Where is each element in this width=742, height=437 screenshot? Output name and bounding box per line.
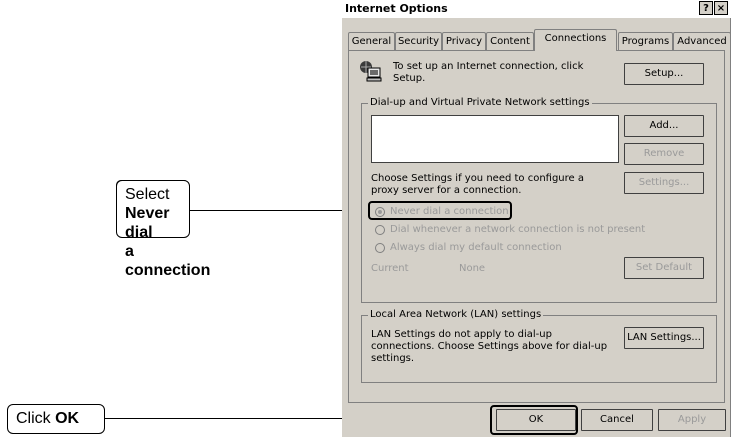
highlight-ok [490, 405, 578, 435]
callout-select-prefix: Select [125, 186, 170, 203]
tab-content[interactable]: Content [486, 32, 534, 50]
lan-group-label: Local Area Network (LAN) settings [368, 309, 544, 320]
lan-text: LAN Settings do not apply to dial-up con… [371, 329, 608, 364]
remove-button[interactable]: Remove [624, 143, 704, 165]
network-icon [359, 60, 383, 84]
settings-button[interactable]: Settings... [624, 172, 704, 194]
connections-panel: To set up an Internet connection, click … [348, 50, 725, 403]
callout-click-bold: OK [55, 410, 80, 427]
setup-button[interactable]: Setup... [624, 63, 704, 85]
tab-security[interactable]: Security [395, 32, 442, 50]
radio-always-dial-label: Always dial my default connection [390, 242, 562, 253]
lan-settings-button[interactable]: LAN Settings... [624, 327, 704, 349]
dialup-group-label: Dial-up and Virtual Private Network sett… [368, 97, 592, 108]
title-bar: Internet Options ? × [342, 0, 731, 18]
tab-general[interactable]: General [348, 32, 395, 50]
highlight-never-dial [368, 201, 512, 220]
add-button[interactable]: Add... [624, 115, 704, 137]
tab-advanced[interactable]: Advanced [673, 32, 731, 50]
callout-select-bold-1: Never dial [125, 205, 170, 241]
radio-always-dial[interactable] [375, 243, 385, 253]
current-label: Current [371, 263, 409, 274]
callout-select-bold-2: a connection [125, 243, 211, 279]
radio-dial-whenever-label: Dial whenever a network connection is no… [390, 224, 646, 235]
setup-text: To set up an Internet connection, click … [393, 61, 584, 84]
radio-dial-whenever[interactable] [375, 225, 385, 235]
cancel-button[interactable]: Cancel [581, 409, 653, 431]
connections-list[interactable] [371, 115, 619, 163]
dialog-title: Internet Options [345, 2, 448, 15]
callout-click-ok: Click OK [7, 404, 105, 434]
close-button[interactable]: × [714, 1, 728, 15]
apply-button[interactable]: Apply [658, 409, 726, 431]
tab-privacy[interactable]: Privacy [442, 32, 486, 50]
proxy-text: Choose Settings if you need to configure… [371, 173, 584, 196]
tab-connections[interactable]: Connections [534, 29, 617, 51]
current-value: None [459, 263, 486, 274]
callout-click-prefix: Click [16, 410, 56, 427]
tab-programs[interactable]: Programs [618, 32, 673, 50]
callout-select-never-dial-box: Select Never dial a connection [116, 180, 210, 279]
help-button[interactable]: ? [699, 1, 713, 15]
set-default-button[interactable]: Set Default [624, 257, 704, 279]
